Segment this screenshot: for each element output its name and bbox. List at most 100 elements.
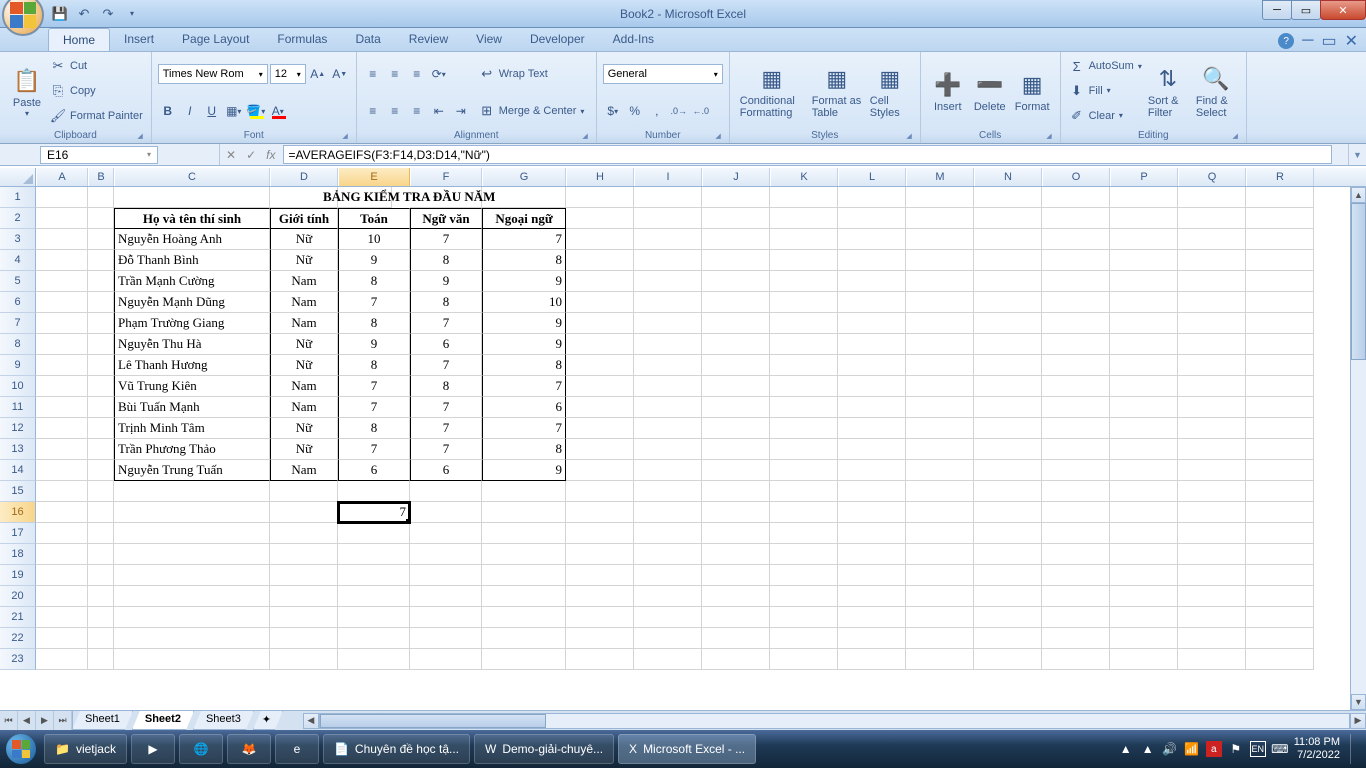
grow-font-button[interactable]: A▲: [308, 64, 328, 84]
network-icon[interactable]: 📶: [1184, 741, 1200, 757]
align-bottom-button[interactable]: ≡: [407, 64, 427, 84]
cell[interactable]: [88, 565, 114, 586]
cell[interactable]: [36, 565, 88, 586]
cell[interactable]: [36, 481, 88, 502]
cell[interactable]: 10: [482, 292, 566, 313]
cell[interactable]: [838, 460, 906, 481]
cell[interactable]: [770, 481, 838, 502]
cell[interactable]: [974, 502, 1042, 523]
cell[interactable]: [566, 208, 634, 229]
cell[interactable]: [1246, 586, 1314, 607]
column-header[interactable]: G: [482, 168, 566, 186]
cell[interactable]: [566, 565, 634, 586]
cell[interactable]: [906, 229, 974, 250]
cell[interactable]: [906, 355, 974, 376]
cell[interactable]: [270, 586, 338, 607]
drive-icon[interactable]: ▲: [1140, 741, 1156, 757]
fill-button[interactable]: ⬇Fill: [1067, 82, 1144, 100]
clock[interactable]: 11:08 PM 7/2/2022: [1294, 736, 1340, 762]
cell[interactable]: Phạm Trường Giang: [114, 313, 270, 334]
cell[interactable]: [88, 607, 114, 628]
cell[interactable]: 9: [482, 271, 566, 292]
cell[interactable]: [770, 418, 838, 439]
cell[interactable]: [36, 607, 88, 628]
column-header[interactable]: B: [88, 168, 114, 186]
cell[interactable]: [906, 376, 974, 397]
cell[interactable]: [338, 586, 410, 607]
cell[interactable]: [838, 565, 906, 586]
cell[interactable]: [566, 607, 634, 628]
cell[interactable]: [88, 586, 114, 607]
cell[interactable]: [634, 649, 702, 670]
row-header[interactable]: 2: [0, 208, 36, 229]
start-button[interactable]: [0, 730, 42, 768]
fill-color-button[interactable]: 🪣: [246, 101, 266, 121]
cell[interactable]: [36, 271, 88, 292]
cell[interactable]: [906, 250, 974, 271]
cell[interactable]: [838, 271, 906, 292]
cell[interactable]: [270, 502, 338, 523]
maximize-button[interactable]: ▭: [1291, 0, 1321, 20]
cell[interactable]: [1110, 502, 1178, 523]
cell[interactable]: Nữ: [270, 334, 338, 355]
scroll-thumb[interactable]: [1351, 203, 1366, 360]
cell[interactable]: Ngoại ngữ: [482, 208, 566, 229]
cell[interactable]: [1042, 628, 1110, 649]
cell[interactable]: Nữ: [270, 250, 338, 271]
cell[interactable]: [906, 481, 974, 502]
cell[interactable]: Bùi Tuấn Mạnh: [114, 397, 270, 418]
cell[interactable]: [838, 544, 906, 565]
cell[interactable]: [838, 439, 906, 460]
cell[interactable]: [906, 292, 974, 313]
new-sheet-button[interactable]: ✦: [253, 711, 283, 730]
cell[interactable]: [114, 649, 270, 670]
cell[interactable]: 9: [482, 460, 566, 481]
cell[interactable]: [36, 292, 88, 313]
wrap-text-button[interactable]: ↩Wrap Text: [477, 65, 587, 83]
cell[interactable]: [702, 607, 770, 628]
cell[interactable]: [1178, 376, 1246, 397]
cell[interactable]: [566, 229, 634, 250]
cell[interactable]: [974, 607, 1042, 628]
cell[interactable]: [1110, 187, 1178, 208]
cell[interactable]: [702, 250, 770, 271]
cell[interactable]: [906, 439, 974, 460]
cell[interactable]: 8: [482, 250, 566, 271]
cell[interactable]: [1246, 271, 1314, 292]
volume-icon[interactable]: 🔊: [1162, 741, 1178, 757]
column-header[interactable]: K: [770, 168, 838, 186]
cell[interactable]: [838, 418, 906, 439]
cell[interactable]: [88, 523, 114, 544]
cell[interactable]: [906, 418, 974, 439]
row-header[interactable]: 16: [0, 502, 36, 523]
cell[interactable]: [770, 523, 838, 544]
cell[interactable]: [906, 271, 974, 292]
find-select-button[interactable]: 🔍Find & Select: [1192, 54, 1240, 128]
cell[interactable]: [270, 544, 338, 565]
cell[interactable]: [974, 628, 1042, 649]
cell[interactable]: [906, 313, 974, 334]
cell[interactable]: [838, 187, 906, 208]
cell[interactable]: [1246, 523, 1314, 544]
cancel-formula-icon[interactable]: ✕: [226, 148, 236, 162]
column-header[interactable]: N: [974, 168, 1042, 186]
cell[interactable]: [770, 334, 838, 355]
cell[interactable]: [36, 523, 88, 544]
cell[interactable]: [566, 586, 634, 607]
comma-button[interactable]: ,: [647, 101, 667, 121]
cell[interactable]: [634, 229, 702, 250]
cell[interactable]: [702, 565, 770, 586]
row-header[interactable]: 23: [0, 649, 36, 670]
cell[interactable]: 9: [482, 334, 566, 355]
cell[interactable]: [1110, 250, 1178, 271]
cell[interactable]: [1178, 586, 1246, 607]
cell[interactable]: 8: [338, 355, 410, 376]
cell[interactable]: [114, 502, 270, 523]
cell[interactable]: [702, 523, 770, 544]
cell[interactable]: [88, 313, 114, 334]
vertical-scrollbar[interactable]: ▲ ▼: [1350, 187, 1366, 710]
cell[interactable]: [1110, 481, 1178, 502]
cell[interactable]: 7: [410, 439, 482, 460]
cell[interactable]: [1042, 586, 1110, 607]
cell[interactable]: [36, 250, 88, 271]
